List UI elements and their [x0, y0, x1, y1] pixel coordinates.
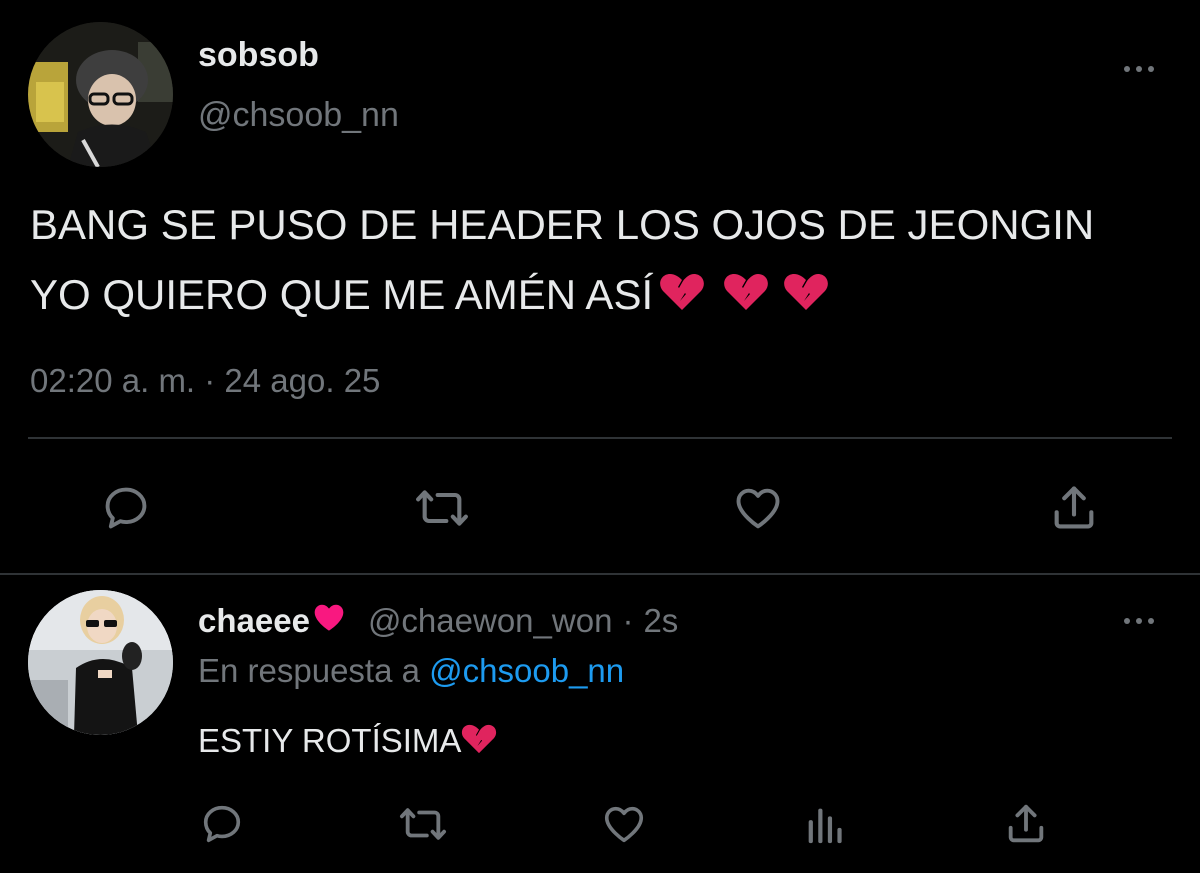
reply-icon[interactable] [98, 480, 154, 536]
broken-heart-emoji [723, 263, 769, 333]
red-heart-emoji [312, 602, 346, 637]
replying-to: En respuesta a @chsoob_nn [198, 652, 624, 690]
like-icon[interactable] [600, 800, 648, 848]
reply-text-content: ESTIY ROTÍSIMA [198, 722, 462, 759]
avatar-photo [28, 590, 173, 735]
avatar-photo [28, 22, 173, 167]
tweet-text: BANG SE PUSO DE HEADER LOS OJOS DE JEONG… [30, 190, 1195, 333]
tweet-text-line-1: BANG SE PUSO DE HEADER LOS OJOS DE JEONG… [30, 201, 1095, 248]
retweet-icon[interactable] [396, 800, 450, 848]
author-handle[interactable]: @chsoob_nn [198, 96, 399, 135]
replying-to-mention[interactable]: @chsoob_nn [429, 652, 624, 689]
author-display-name[interactable]: sobsob [198, 36, 319, 75]
separator-dot: · [622, 602, 634, 639]
like-icon[interactable] [730, 480, 786, 536]
tweet-text-line-2: YO QUIERO QUE ME AMÉN ASÍ [30, 260, 1195, 333]
more-icon[interactable] [1124, 66, 1154, 72]
reply-author-avatar[interactable] [28, 590, 173, 735]
broken-heart-emoji [783, 263, 829, 333]
broken-heart-emoji [659, 263, 705, 333]
replying-prefix: En respuesta a [198, 652, 420, 689]
reply-icon[interactable] [198, 800, 246, 848]
author-avatar[interactable] [28, 22, 173, 167]
reply-text: ESTIY ROTÍSIMA [198, 722, 497, 763]
more-icon[interactable] [1124, 618, 1154, 624]
divider [0, 573, 1200, 575]
retweet-icon[interactable] [412, 480, 472, 536]
reply-display-name[interactable]: chaeee [198, 602, 310, 640]
tweet-timestamp[interactable]: 02:20 a. m. · 24 ago. 25 [30, 362, 380, 400]
reply-handle[interactable]: @chaewon_won [368, 602, 613, 640]
share-icon[interactable] [1046, 480, 1102, 536]
reply-header: chaeee @chaewon_won · 2s [198, 602, 678, 640]
analytics-icon[interactable] [800, 800, 848, 848]
divider [28, 437, 1172, 439]
share-icon[interactable] [1002, 800, 1050, 848]
tweet-text-line-2-text: YO QUIERO QUE ME AMÉN ASÍ [30, 271, 654, 318]
broken-heart-emoji [461, 723, 497, 763]
reply-age[interactable]: 2s [643, 602, 678, 640]
